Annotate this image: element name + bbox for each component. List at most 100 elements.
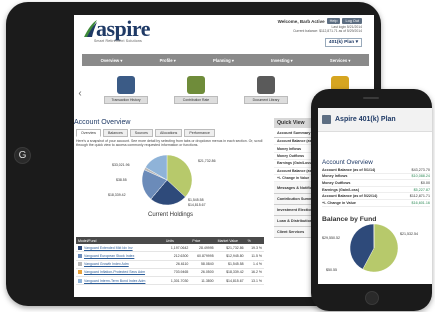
table-header-row: Model/Fund Units Price Market Value %: [76, 237, 264, 244]
table-row: Vanguard Inflation-Protected Secs Adm 70…: [76, 268, 264, 278]
fund-link[interactable]: Vanguard Growth Index Adm: [76, 260, 164, 269]
quick-link-label: Contribution Rate: [174, 96, 218, 104]
pie-label: $21,732.86: [198, 159, 216, 163]
page-title: Account Overview: [74, 119, 131, 126]
carousel-prev-icon[interactable]: ‹: [76, 88, 84, 100]
logout-button[interactable]: Log Out: [342, 18, 362, 24]
pct-cell: 16.2 %: [245, 268, 264, 278]
pie-label: $38.55: [116, 178, 127, 182]
menu-icon[interactable]: [322, 115, 331, 124]
phone-header: Aspire 401(k) Plan: [318, 108, 432, 132]
library-icon: [257, 76, 275, 94]
quick-link-transaction-history[interactable]: Transaction History: [104, 72, 148, 104]
price-cell: 26.0500: [190, 268, 216, 278]
home-button-icon[interactable]: G: [14, 147, 31, 164]
value-cell: $12,945.80: [215, 251, 246, 261]
pie-label: $29,550.52: [322, 236, 340, 240]
balance-by-fund-title: Balance by Fund: [322, 216, 377, 223]
aspire-logo[interactable]: aspire Smart Retirement Solutions: [82, 16, 151, 43]
column-header[interactable]: Price: [190, 237, 216, 244]
nav-profile[interactable]: Profile ▾: [160, 58, 176, 63]
nav-services[interactable]: Services ▾: [330, 58, 351, 63]
table-row: Vanguard European Stock Index 212.6300 6…: [76, 251, 264, 261]
table-row: Vanguard Interm-Term Bond Index Adm 1,30…: [76, 276, 264, 286]
flask-icon: [187, 76, 205, 94]
logo-text: aspire: [96, 16, 151, 41]
pct-cell: 1.4 %: [245, 260, 264, 269]
phone-summary-row: Account Balance (as of 5/1/14) $43,273.70: [322, 167, 430, 174]
value-cell: $21,732.86: [215, 244, 246, 253]
tab-performance[interactable]: Performance: [184, 129, 215, 137]
units-cell: 26.6110: [163, 260, 191, 269]
units-cell: 212.6300: [163, 251, 191, 261]
legend-swatch: [78, 278, 82, 283]
current-balance: Current balance: $112,871.71 as of 5/29/…: [293, 29, 362, 34]
holdings-pie-chart: [142, 155, 192, 205]
speaker-icon: [363, 97, 379, 99]
welcome-bar: Welcome, Barb Active Help Log Out: [278, 18, 362, 24]
nav-planning[interactable]: Planning ▾: [213, 58, 234, 63]
welcome-text: Welcome, Barb Active: [277, 18, 325, 24]
column-header[interactable]: Units: [163, 237, 191, 244]
fund-link[interactable]: Vanguard Extended Mkt Idx Inv: [76, 244, 164, 253]
pie-label: $33,021.96: [112, 163, 130, 167]
main-nav: Overview ▾ Profile ▾ Planning ▾ Investin…: [82, 54, 369, 66]
overview-tabs: Overview Balances Sources Allocations Pe…: [76, 129, 215, 137]
table-row: Vanguard Extended Mkt Idx Inv 1,197.0642…: [76, 244, 264, 253]
quick-link-contribution-rate[interactable]: Contribution Rate: [174, 72, 218, 104]
plan-select[interactable]: 401(k) Plan ▾: [324, 38, 362, 47]
fund-link[interactable]: Vanguard Inflation-Protected Secs Adm: [76, 268, 164, 278]
phone-screen: Aspire 401(k) Plan Account Overview Acco…: [318, 108, 432, 284]
value-cell: $14,815.67: [215, 276, 246, 286]
column-header[interactable]: Market Value: [215, 237, 246, 244]
table-row: Vanguard Growth Index Adm 26.6110 58.084…: [76, 260, 264, 269]
units-cell: 1,197.0642: [163, 244, 191, 253]
units-cell: 1,301.7030: [163, 276, 191, 286]
pie-label: $50.55: [326, 268, 337, 272]
document-icon: [117, 76, 135, 94]
pie-label: $14,815.67: [188, 203, 206, 207]
overview-intro: Here's a snapshot of your account. See m…: [76, 139, 263, 148]
pct-cell: 19.3 %: [245, 244, 264, 253]
balance-by-fund-pie: [350, 224, 398, 272]
price-cell: 28.49995: [190, 244, 216, 253]
pie-label: $21,532.54: [400, 232, 418, 236]
site-header: aspire Smart Retirement Solutions Welcom…: [74, 15, 374, 53]
holdings-title: Current Holdings: [148, 212, 194, 218]
phone-device: Aspire 401(k) Plan Account Overview Acco…: [311, 89, 432, 311]
tab-overview[interactable]: Overview: [76, 129, 101, 137]
nav-overview[interactable]: Overview ▾: [101, 58, 123, 63]
fund-link[interactable]: Vanguard European Stock Index: [76, 251, 164, 261]
value-cell: $1,545.58: [215, 260, 246, 269]
phone-summary-row: Money Inflows $10,088.24: [322, 174, 430, 181]
legend-swatch: [78, 253, 82, 258]
help-button[interactable]: Help: [326, 18, 341, 24]
pie-label: $1,545.58: [188, 198, 204, 202]
legend-swatch: [78, 270, 82, 275]
nav-investing[interactable]: Investing ▾: [271, 58, 293, 63]
price-cell: 11.3800: [190, 276, 216, 286]
column-header[interactable]: Model/Fund: [76, 237, 164, 244]
tab-balances[interactable]: Balances: [102, 129, 128, 137]
tab-sources[interactable]: Sources: [129, 129, 153, 137]
pct-cell: 11.5 %: [245, 251, 264, 261]
login-info: Last login 5/21/2014 Current balance: $1…: [293, 25, 362, 34]
quick-link-document-library[interactable]: Document Library: [244, 72, 288, 104]
phone-home-button-icon[interactable]: [365, 291, 379, 305]
fund-link[interactable]: Vanguard Interm-Term Bond Index Adm: [76, 276, 164, 286]
units-cell: 703.9465: [163, 268, 191, 278]
logo-subtitle: Smart Retirement Solutions: [94, 39, 142, 43]
column-header[interactable]: %: [245, 237, 264, 244]
legend-swatch: [78, 245, 82, 250]
phone-summary-row: +/- Change in Value $16,601.16: [322, 200, 430, 207]
value-cell: $18,339.42: [215, 268, 246, 278]
holdings-table: Model/Fund Units Price Market Value % Va…: [76, 237, 264, 286]
phone-summary-row: Account Balance (as of 5/22/14) $112,871.…: [322, 194, 430, 200]
legend-swatch: [78, 262, 82, 267]
pct-cell: 13.1 %: [245, 276, 264, 286]
price-cell: 58.0840: [190, 260, 216, 269]
tab-allocations[interactable]: Allocations: [154, 129, 183, 137]
phone-summary: Account Balance (as of 5/1/14) $43,273.70…: [322, 167, 430, 207]
phone-summary-row: Money Outflows $0.00: [322, 180, 430, 187]
quick-link-label: Transaction History: [104, 96, 148, 104]
